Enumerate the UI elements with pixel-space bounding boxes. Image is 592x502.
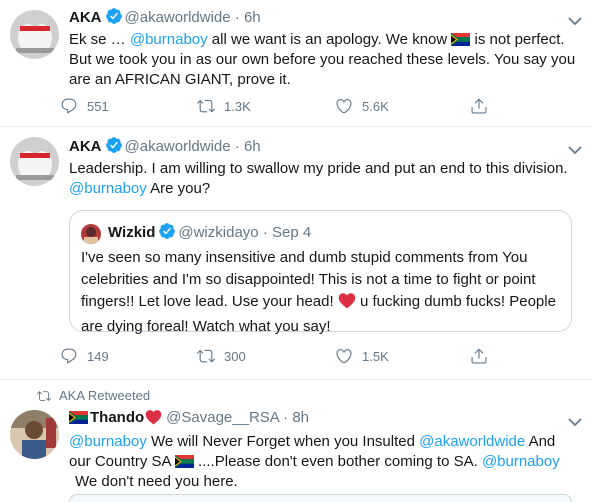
author-name[interactable]: Thando: [90, 409, 144, 426]
mention-burnaboy[interactable]: @burnaboy: [130, 31, 208, 48]
verified-badge-icon: [105, 136, 123, 160]
thando-avatar[interactable]: [10, 410, 59, 459]
like-count: 1.5K: [362, 348, 389, 364]
tweet-time[interactable]: 8h: [292, 409, 309, 426]
share-button[interactable]: [470, 346, 488, 366]
tweet-actions: 149 300 1.5K: [60, 346, 500, 366]
like-icon: [336, 99, 352, 114]
tweet-header: AKA @akaworldwide · 6h: [69, 136, 261, 160]
retweet-button[interactable]: 300: [197, 346, 246, 366]
retweeted-label: AKA Retweeted: [59, 388, 151, 403]
retweet-button[interactable]: 1.3K: [197, 96, 251, 116]
separator-dot: ·: [283, 409, 289, 426]
aka-avatar[interactable]: [10, 137, 59, 186]
text-segment: Leadership. I am willing to swallow my p…: [69, 160, 568, 177]
text-segment: are dying foreal! Watch what you say!: [81, 318, 331, 335]
tweet-header: Thando @Savage__RSA · 8h: [69, 408, 309, 431]
reply-count: 551: [87, 98, 109, 114]
tweet-time[interactable]: 6h: [244, 9, 261, 26]
like-count: 5.6K: [362, 98, 389, 114]
retweet-icon: [37, 390, 51, 401]
share-icon: [471, 348, 487, 364]
retweet-count: 300: [224, 348, 246, 364]
caret-down-icon[interactable]: [568, 142, 582, 160]
text-segment: u fucking dumb fucks! People: [355, 293, 556, 310]
share-button[interactable]: [470, 96, 488, 116]
author-handle[interactable]: @Savage__RSA: [166, 409, 279, 426]
text-segment: our Country SA: [69, 453, 175, 470]
text-segment: all we want is an apology. We know: [207, 31, 452, 48]
quote-text: I've seen so many insensitive and dumb s…: [81, 247, 561, 338]
verified-badge-icon: [158, 222, 176, 246]
text-segment: Ek se …: [69, 31, 130, 48]
author-name[interactable]: AKA: [69, 138, 102, 155]
tweet-header: AKA @akaworldwide · 6h: [69, 7, 261, 31]
quote-time[interactable]: Sep 4: [272, 224, 311, 241]
mention-akaworldwide[interactable]: @akaworldwide: [419, 433, 525, 450]
retweeted-by[interactable]: AKA Retweeted: [37, 388, 150, 403]
like-button[interactable]: 1.5K: [335, 346, 389, 366]
text-segment: But we took you in as our own before you…: [69, 51, 576, 68]
author-handle[interactable]: @akaworldwide: [125, 138, 231, 155]
wizkid-avatar[interactable]: [81, 224, 101, 244]
mention-burnaboy[interactable]: @burnaboy: [482, 453, 560, 470]
reply-button[interactable]: 551: [60, 96, 109, 116]
reply-icon: [61, 98, 77, 114]
retweet-count: 1.3K: [224, 98, 251, 114]
mention-burnaboy[interactable]: @burnaboy: [69, 433, 147, 450]
text-segment: And: [525, 433, 556, 450]
verified-badge-icon: [105, 7, 123, 31]
tweet-2[interactable]: AKA @akaworldwide · 6h Leadership. I am w…: [0, 127, 592, 379]
text-segment: are an AFRICAN GIANT, prove it.: [69, 71, 291, 88]
separator-dot: ·: [262, 224, 268, 241]
tweet-1[interactable]: AKA @akaworldwide · 6h Ek se … @burnaboy …: [0, 0, 592, 126]
like-button[interactable]: 5.6K: [335, 96, 389, 116]
tweet-text: Ek se … @burnaboy all we want is an apol…: [69, 30, 589, 90]
tweet-actions: 551 1.3K 5.6K: [60, 96, 500, 116]
text-segment: ....Please don't even bother coming to S…: [193, 453, 482, 470]
mention-burnaboy[interactable]: @burnaboy: [69, 180, 147, 197]
sa-flag-icon: [69, 410, 88, 424]
quote-header: Wizkid @wizkidayo · Sep 4: [108, 222, 311, 246]
caret-down-icon[interactable]: [568, 414, 582, 432]
retweet-icon: [197, 349, 215, 363]
quote-author-name[interactable]: Wizkid: [108, 224, 155, 241]
caret-down-icon[interactable]: [568, 13, 582, 31]
reply-button[interactable]: 149: [60, 346, 109, 366]
reply-count: 149: [87, 348, 109, 364]
text-segment: Are you?: [146, 180, 211, 197]
separator-dot: ·: [234, 9, 240, 26]
separator-dot: ·: [234, 138, 240, 155]
text-segment: is not perfect.: [470, 31, 565, 48]
quote-author-handle[interactable]: @wizkidayo: [178, 224, 258, 241]
author-name[interactable]: AKA: [69, 9, 102, 26]
sa-flag-icon: [451, 32, 471, 46]
sa-flag-icon: [174, 454, 194, 468]
tweet-text: @burnaboy We will Never Forget when you …: [69, 432, 589, 492]
tweet-3[interactable]: AKA Retweeted Thando @Savage__RSA · 8h @b…: [0, 380, 592, 502]
like-icon: [336, 349, 352, 364]
author-handle[interactable]: @akaworldwide: [125, 9, 231, 26]
media-preview-edge[interactable]: [69, 494, 572, 502]
share-icon: [471, 98, 487, 114]
text-segment: We don't need you here.: [75, 473, 238, 490]
reply-icon: [61, 348, 77, 364]
retweet-icon: [197, 99, 215, 113]
tweet-text: Leadership. I am willing to swallow my p…: [69, 159, 589, 199]
tweet-time[interactable]: 6h: [244, 138, 261, 155]
text-segment: We will Never Forget when you Insulted: [146, 433, 420, 450]
quoted-tweet[interactable]: Wizkid @wizkidayo · Sep 4 I've seen so ma…: [69, 210, 572, 335]
text-segment: celebrities and I'm so disappointed! Thi…: [81, 271, 536, 288]
aka-avatar[interactable]: [10, 10, 59, 59]
red-heart-icon: [338, 292, 356, 316]
text-segment: I've seen so many insensitive and dumb s…: [81, 249, 528, 266]
text-segment: fingers!! Let love lead. Use your head!: [81, 293, 338, 310]
red-heart-icon: [145, 409, 162, 431]
